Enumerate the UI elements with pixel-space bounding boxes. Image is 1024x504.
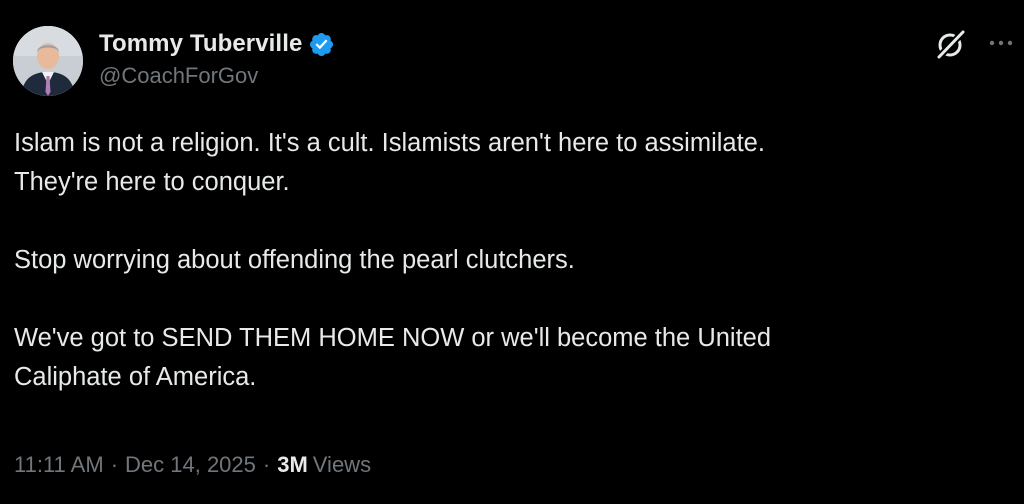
tweet-meta: 11:11 AM · Dec 14, 2025 · 3M Views xyxy=(14,452,371,478)
display-name[interactable]: Tommy Tuberville xyxy=(99,30,302,58)
more-options-icon[interactable] xyxy=(986,28,1016,58)
author-handle[interactable]: @CoachForGov xyxy=(99,63,335,89)
tweet-paragraph: Stop worrying about offending the pearl … xyxy=(14,246,575,274)
tweet-paragraph: Islam is not a religion. It's a cult. Is… xyxy=(14,129,765,196)
author-block: Tommy Tuberville @CoachForGov xyxy=(99,28,335,89)
tweet-paragraph: We've got to SEND THEM HOME NOW or we'll… xyxy=(14,324,772,391)
views-count[interactable]: 3M xyxy=(277,452,308,478)
views-label[interactable]: Views xyxy=(313,452,371,478)
tweet-card: Tommy Tuberville @CoachForGov Islam is n… xyxy=(0,0,1024,504)
meta-separator: · xyxy=(262,452,271,477)
meta-separator: · xyxy=(110,452,119,477)
verified-badge-icon[interactable] xyxy=(308,31,335,58)
name-row: Tommy Tuberville xyxy=(99,28,335,60)
grok-icon[interactable] xyxy=(934,27,968,61)
tweet-time[interactable]: 11:11 AM xyxy=(14,452,104,478)
tweet-date[interactable]: Dec 14, 2025 xyxy=(125,452,256,478)
tweet-text: Islam is not a religion. It's a cult. Is… xyxy=(14,124,974,397)
avatar[interactable] xyxy=(13,26,83,96)
avatar-photo xyxy=(13,26,83,96)
